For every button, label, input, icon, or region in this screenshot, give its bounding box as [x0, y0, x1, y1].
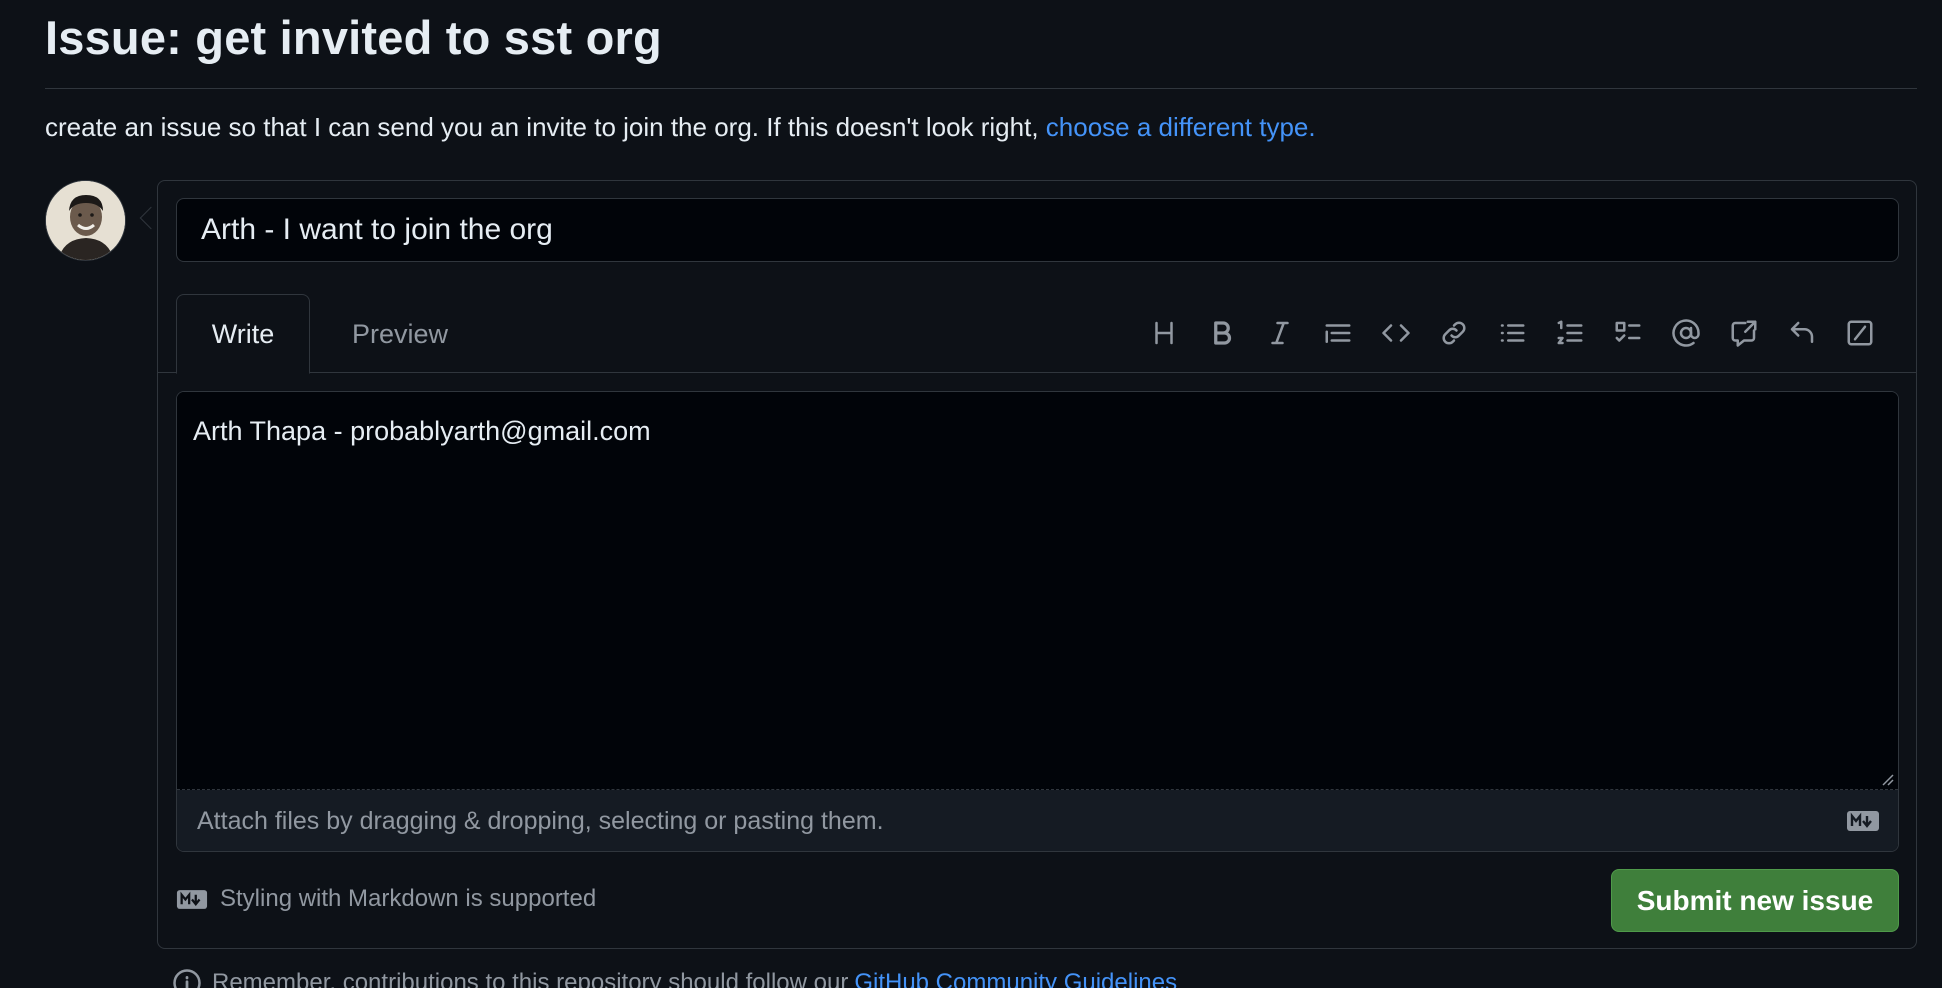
bold-button[interactable] — [1193, 308, 1251, 358]
quote-button[interactable] — [1309, 308, 1367, 358]
comment-editor: Arth Thapa - probablyarth@gmail.com Atta… — [176, 391, 1899, 852]
unordered-list-button[interactable] — [1483, 308, 1541, 358]
quote-icon — [1325, 324, 1351, 343]
reference-button[interactable] — [1715, 308, 1773, 358]
heading-button[interactable] — [1135, 308, 1193, 358]
markdown-supported-note[interactable]: Styling with Markdown is supported — [176, 885, 596, 913]
ordered-list-icon — [1557, 320, 1583, 345]
submit-new-issue-button[interactable]: Submit new issue — [1611, 869, 1899, 932]
resize-handle-icon[interactable] — [1880, 772, 1894, 786]
task-list-icon — [1615, 321, 1641, 342]
task-list-button[interactable] — [1599, 308, 1657, 358]
ordered-list-button[interactable] — [1541, 308, 1599, 358]
avatar[interactable] — [45, 180, 126, 261]
issue-title-input[interactable] — [176, 198, 1899, 262]
page-title: Issue: get invited to sst org — [45, 11, 662, 64]
issue-body-textarea[interactable]: Arth Thapa - probablyarth@gmail.com — [177, 392, 1898, 790]
bold-icon — [1214, 321, 1232, 345]
slash-commands-icon — [1847, 320, 1873, 346]
markdown-note-text: Styling with Markdown is supported — [220, 885, 597, 912]
code-button[interactable] — [1367, 308, 1425, 358]
info-icon — [173, 969, 201, 988]
contribution-guidelines-note: Remember, contributions to this reposito… — [172, 968, 1177, 988]
mention-button[interactable] — [1657, 308, 1715, 358]
choose-different-type-link[interactable]: choose a different type. — [1046, 112, 1316, 142]
tab-write[interactable]: Write — [176, 294, 310, 374]
slash-commands-button[interactable] — [1831, 308, 1889, 358]
markdown-icon — [1847, 811, 1879, 831]
markdown-toolbar — [1135, 308, 1889, 358]
tab-preview[interactable]: Preview — [330, 294, 470, 374]
reference-icon — [1731, 320, 1757, 347]
attach-files-bar[interactable]: Attach files by dragging & dropping, sel… — [177, 790, 1898, 851]
italic-icon — [1271, 321, 1289, 345]
description-text: create an issue so that I can send you a… — [45, 112, 1039, 142]
reply-button[interactable] — [1773, 308, 1831, 358]
code-icon — [1382, 324, 1410, 342]
template-description: create an issue so that I can send you a… — [45, 112, 1316, 143]
italic-button[interactable] — [1251, 308, 1309, 358]
title-divider — [45, 88, 1917, 89]
markdown-icon — [176, 889, 208, 909]
attach-files-text: Attach files by dragging & dropping, sel… — [197, 807, 884, 835]
avatar-image — [46, 181, 125, 260]
reply-icon — [1790, 321, 1814, 343]
community-guidelines-link[interactable]: GitHub Community Guidelines — [854, 969, 1177, 988]
footer-text: Remember, contributions to this reposito… — [212, 969, 849, 988]
link-button[interactable] — [1425, 308, 1483, 358]
mention-icon — [1672, 319, 1700, 347]
unordered-list-icon — [1500, 324, 1525, 342]
heading-icon — [1155, 321, 1173, 345]
link-icon — [1442, 321, 1466, 345]
page: Issue: get invited to sst org create an … — [0, 0, 1942, 988]
